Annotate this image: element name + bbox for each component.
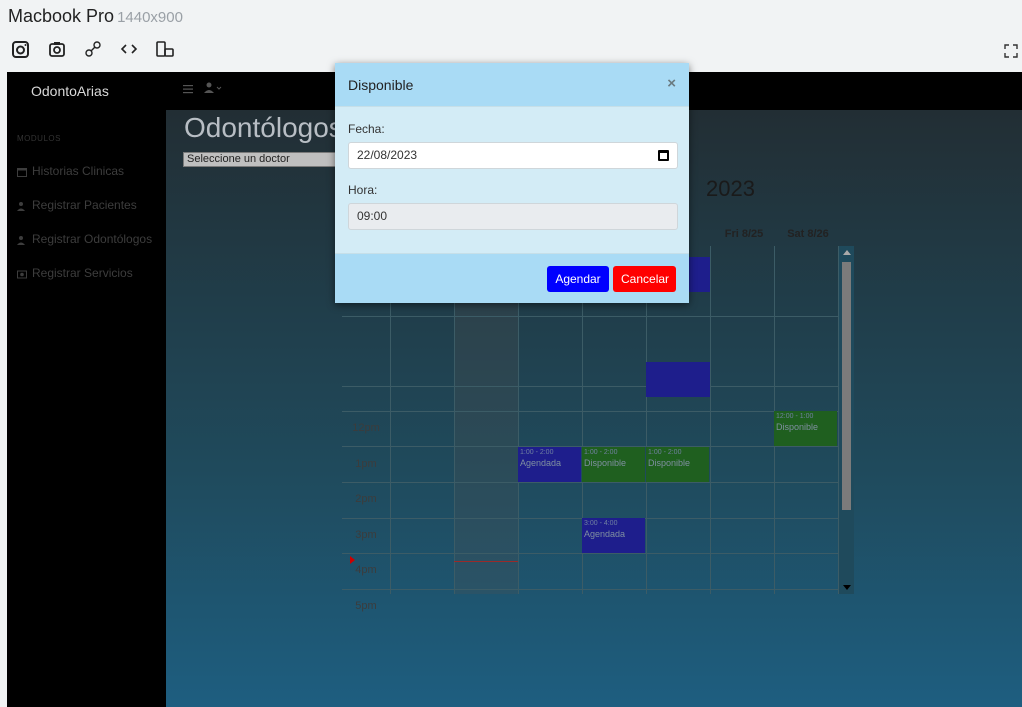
sidebar-item-label: Registrar Odontólogos [32,232,153,246]
current-time-line [454,561,518,562]
modal-footer: Agendar Cancelar [335,253,689,303]
page-title: Odontólogos [184,112,343,143]
user-plus-icon [17,200,27,211]
sidebar-heading: MODULOS [17,134,61,143]
user-menu-icon[interactable] [203,81,223,99]
time-label: 2pm [355,493,377,505]
fecha-value: 22/08/2023 [357,148,418,162]
scroll-down-arrow[interactable] [843,585,851,590]
time-label: 4pm [355,564,377,576]
screen: Macbook Pro 1440x900 OdontoArias MODULOS… [0,0,1022,707]
fecha-input[interactable]: 22/08/2023 [348,142,678,169]
time-label: 3pm [355,529,377,541]
event-title: Disponible [584,458,627,468]
sidebar-item-registrar-servicios[interactable]: Registrar Servicios [17,266,133,280]
device-resolution: 1440x900 [117,9,183,26]
calendar-event[interactable]: 1:00 - 2:00 Disponible [646,447,709,482]
camera-icon[interactable] [46,38,68,60]
day-header-sat: Sat 8/26 [787,228,829,240]
agendar-button[interactable]: Agendar [547,266,609,292]
hora-label: Hora: [348,183,378,197]
navbar-icons [183,81,223,99]
grid-line [342,553,839,554]
calendar-icon [17,166,27,177]
menu-icon[interactable] [183,81,195,99]
sidebar-item-historias-clinicas[interactable]: Historias Clinicas [17,164,124,178]
current-time-marker [350,556,355,564]
day-header-fri: Fri 8/25 [724,228,764,240]
rotate-device-icon[interactable] [154,38,176,60]
scroll-up-arrow[interactable] [843,250,851,255]
sidebar-item-label: Registrar Pacientes [32,198,137,212]
device-toolbar: Macbook Pro 1440x900 [0,0,1022,72]
event-time: 1:00 - 2:00 [648,449,682,456]
hora-value: 09:00 [357,209,388,223]
time-label: 12pm [352,422,380,434]
instagram-icon[interactable] [10,38,32,60]
sidebar-item-registrar-odontologos[interactable]: Registrar Odontólogos [17,232,152,246]
grid-line [710,246,711,594]
grid-line [342,411,839,412]
hora-input[interactable]: 09:00 [348,203,678,230]
sidebar-item-label: Historias Clinicas [32,164,125,178]
code-icon[interactable] [118,38,140,60]
close-icon[interactable]: × [667,75,676,92]
calendar-picker-icon[interactable] [658,150,669,161]
sidebar-item-registrar-pacientes[interactable]: Registrar Pacientes [17,198,137,212]
camera-icon [17,268,27,279]
user-plus-icon [17,234,27,245]
calendar-event[interactable]: 3:00 - 4:00 Agendada [582,518,645,553]
modal-header: Disponible × [335,63,689,107]
event-title: Disponible [776,422,819,432]
event-time: 1:00 - 2:00 [584,449,618,456]
calendar-event[interactable]: 12:00 - 1:00 Disponible [774,411,837,446]
calendar-event[interactable]: 1:00 - 2:00 Disponible [582,447,645,482]
fecha-label: Fecha: [348,122,385,136]
event-title: Agendada [520,458,562,468]
event-title: Agendada [584,529,626,539]
grid-line [342,589,839,590]
event-title: Disponible [648,458,691,468]
cancelar-button[interactable]: Cancelar [613,266,676,292]
calendar-title: 2023 [706,176,755,201]
grid-line [342,316,839,317]
device-title[interactable]: Macbook Pro 1440x900 [8,6,183,27]
sidebar: MODULOS Historias Clinicas Registrar Pac… [7,110,166,707]
sidebar-item-label: Registrar Servicios [32,266,133,280]
modal-title: Disponible [348,77,414,93]
brand-name[interactable]: OdontoArias [31,83,109,99]
doctor-select[interactable]: Seleccione un doctor [183,152,355,167]
unlink-icon[interactable] [82,38,104,60]
expand-icon[interactable] [1004,44,1018,58]
appointment-modal: Disponible × Fecha: 22/08/2023 Hora: 09:… [335,63,689,303]
time-label: 1pm [355,458,377,470]
event-time: 12:00 - 1:00 [776,413,814,420]
grid-line [342,386,839,387]
event-time: 3:00 - 4:00 [584,520,618,527]
event-time: 1:00 - 2:00 [520,449,554,456]
calendar-event[interactable]: 1:00 - 2:00 Agendada [518,447,581,482]
device-tools [10,38,176,60]
calendar-scrollbar[interactable] [839,246,854,594]
scroll-thumb[interactable] [842,262,851,510]
device-name: Macbook Pro [8,6,115,26]
grid-line [342,482,839,483]
time-label: 5pm [355,600,377,612]
event-partial[interactable] [646,362,710,397]
